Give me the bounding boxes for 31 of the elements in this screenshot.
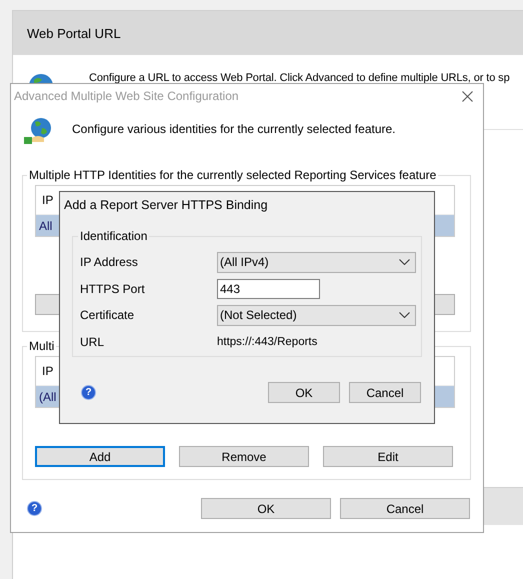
group-label: Multi: [28, 339, 56, 353]
action-button[interactable]: Edit: [323, 446, 453, 467]
window-title: Web Portal URL: [27, 26, 121, 40]
dropdown[interactable]: (All IPv4): [217, 252, 416, 273]
chevron-down-icon: [399, 259, 410, 266]
field-label: URL: [80, 334, 106, 349]
action-button[interactable]: Add: [35, 446, 165, 467]
url-value: https://:443/Reports: [217, 336, 318, 348]
action-button[interactable]: Remove: [179, 446, 309, 467]
group-label: Multiple HTTP Identities for the currently selected Reporting Services feature: [28, 168, 438, 182]
description-text: Configure a URL to access Web Portal. Click Advanced to define multiple URLs, or to sp: [89, 72, 510, 84]
group-label: Identification: [79, 229, 148, 243]
column-header[interactable]: IP: [42, 364, 54, 378]
field-label: IP Address: [80, 255, 139, 270]
field-label: Certificate: [80, 308, 136, 322]
dialog-button[interactable]: Cancel: [340, 498, 470, 519]
dialog-title: Add a Report Server HTTPS Binding: [64, 198, 268, 212]
dialog-button[interactable]: OK: [268, 382, 340, 403]
column-header[interactable]: IP: [42, 193, 54, 207]
port-field[interactable]: 443: [217, 278, 320, 299]
intro-text: Configure various identities for the currently selected feature.: [72, 122, 396, 136]
help-icon[interactable]: ?: [27, 501, 42, 516]
globe-icon: [23, 116, 53, 146]
dialog-title: Advanced Multiple Web Site Configuration: [14, 89, 239, 103]
help-icon[interactable]: ?: [81, 385, 96, 400]
dropdown[interactable]: (Not Selected): [217, 304, 416, 326]
dialog-button[interactable]: Cancel: [349, 382, 421, 403]
chevron-down-icon: [399, 312, 410, 318]
field-label: HTTPS Port: [80, 282, 146, 296]
dialog-button[interactable]: OK: [201, 498, 331, 519]
close-icon[interactable]: [462, 90, 473, 102]
